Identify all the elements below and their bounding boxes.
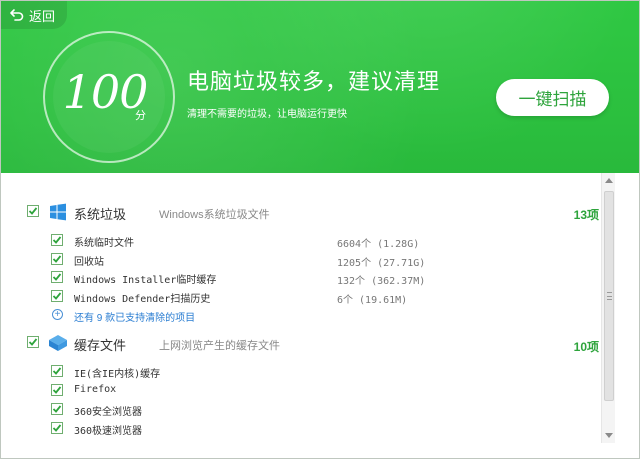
score-unit: 分 <box>135 110 146 122</box>
item-size: 1205个 (27.71G) <box>337 258 426 269</box>
windows-icon <box>49 203 67 221</box>
item-checkbox[interactable] <box>51 365 63 377</box>
back-label: 返回 <box>29 8 56 24</box>
cleanup-list: 系统垃圾 Windows系统垃圾文件 13项 系统临时文件 6604个 (1.2… <box>1 173 601 443</box>
category-checkbox[interactable] <box>27 336 39 348</box>
item-label: Firefox <box>74 384 117 395</box>
scroll-up-arrow-icon[interactable] <box>602 173 616 187</box>
item-label: 回收站 <box>74 257 104 268</box>
item-size: 6604个 (1.28G) <box>337 239 420 250</box>
back-button[interactable]: 返回 <box>1 1 67 29</box>
item-checkbox[interactable] <box>51 422 63 434</box>
item-size: 132个 (362.37M) <box>337 276 426 287</box>
item-checkbox[interactable] <box>51 253 63 265</box>
item-checkbox[interactable] <box>51 384 63 396</box>
scroll-down-arrow-icon[interactable] <box>602 429 616 443</box>
expand-plus-icon[interactable]: + <box>52 309 63 320</box>
category-title: 系统垃圾 <box>74 207 127 222</box>
status-headline: 电脑垃圾较多，建议清理 <box>187 69 441 94</box>
item-label: 360安全浏览器 <box>74 407 143 418</box>
cache-icon <box>48 334 67 352</box>
scroll-grip-icon <box>607 292 612 300</box>
category-checkbox[interactable] <box>27 205 39 217</box>
result-header: 返回 100 分 电脑垃圾较多，建议清理 清理不需要的垃圾，让电脑运行更快 一键… <box>1 1 639 173</box>
app-window: 返回 100 分 电脑垃圾较多，建议清理 清理不需要的垃圾，让电脑运行更快 一键… <box>0 0 640 459</box>
item-checkbox[interactable] <box>51 234 63 246</box>
category-desc: Windows系统垃圾文件 <box>159 209 270 221</box>
item-checkbox[interactable] <box>51 271 63 283</box>
scroll-thumb[interactable] <box>604 191 614 401</box>
item-size: 6个 (19.61M) <box>337 295 408 306</box>
category-count: 10项 <box>573 340 599 354</box>
category-count: 13项 <box>573 208 599 222</box>
item-checkbox[interactable] <box>51 290 63 302</box>
item-label: Windows Defender扫描历史 <box>74 294 211 305</box>
item-label: IE(含IE内核)缓存 <box>74 369 161 380</box>
list-scrollbar[interactable] <box>601 173 615 443</box>
one-click-scan-button[interactable]: 一键扫描 <box>496 79 609 116</box>
back-arrow-icon <box>9 7 25 23</box>
item-checkbox[interactable] <box>51 403 63 415</box>
category-desc: 上网浏览产生的缓存文件 <box>159 340 280 352</box>
item-label: 系统临时文件 <box>74 238 134 249</box>
status-subline: 清理不需要的垃圾，让电脑运行更快 <box>187 109 347 120</box>
item-label: 360极速浏览器 <box>74 426 143 437</box>
category-title: 缓存文件 <box>74 338 127 353</box>
item-label: Windows Installer临时缓存 <box>74 275 217 286</box>
more-items-link[interactable]: 还有 9 款已支持清除的项目 <box>74 309 195 324</box>
